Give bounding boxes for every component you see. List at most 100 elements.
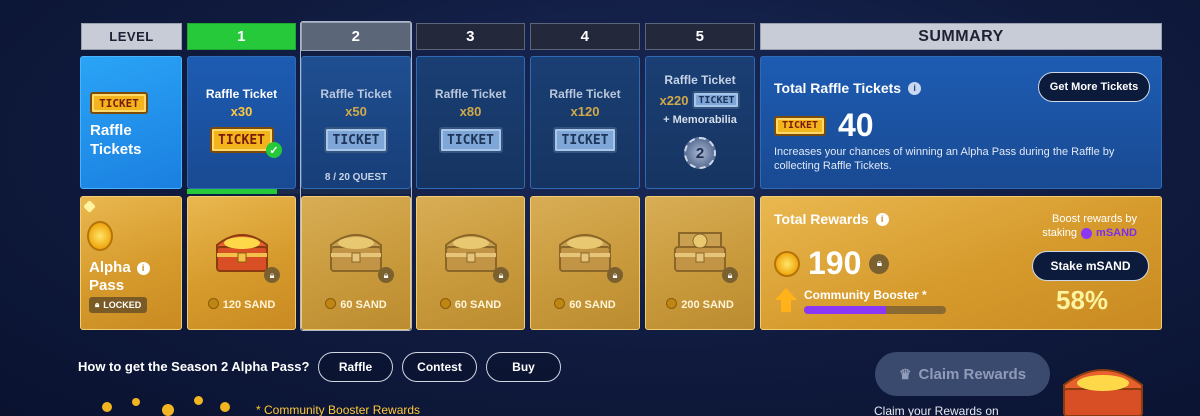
quest-progress-fill bbox=[187, 189, 277, 194]
raffle-title: Raffle Ticket bbox=[664, 73, 736, 87]
msand-token-icon bbox=[1081, 227, 1093, 239]
raffle-summary-panel: Total Raffle Tickets i Get More Tickets … bbox=[760, 56, 1162, 189]
booster-arrow-icon bbox=[775, 288, 797, 300]
level-1-header[interactable]: 1 bbox=[187, 23, 296, 50]
ticket-icon: TICKET bbox=[774, 115, 826, 136]
raffle-description: Increases your chances of winning an Alp… bbox=[774, 146, 1115, 172]
alpha-pass-label: Alpha bbox=[89, 259, 131, 276]
raffle-amount: x30 bbox=[230, 104, 253, 119]
raffle-amount: x50 bbox=[345, 104, 367, 119]
reward-level-2-card[interactable]: 🔒︎ 60 SAND bbox=[301, 196, 411, 330]
booster-arrow-stem bbox=[781, 300, 791, 312]
lock-icon: 🔒︎ bbox=[607, 267, 623, 283]
raffle-title: Raffle Ticket bbox=[549, 87, 621, 101]
booster-rewards-note: * Community Booster Rewards bbox=[256, 403, 421, 416]
quest-progress-text: 8 / 20 QUEST bbox=[324, 172, 388, 183]
total-rewards-amount: 190 bbox=[808, 245, 862, 281]
lock-icon: 🔒︎ bbox=[722, 267, 738, 283]
crown-icon: ♛ bbox=[898, 365, 912, 382]
rewards-summary-panel: Total Rewards i Boost rewards by staking… bbox=[760, 196, 1162, 330]
sand-coin-icon bbox=[87, 221, 113, 251]
reward-amount: 120 SAND bbox=[188, 298, 295, 311]
raffle-level-1-card[interactable]: Raffle Ticket x30 TICKET ✓ bbox=[187, 56, 296, 189]
raffle-amount: x220 bbox=[659, 92, 689, 108]
community-booster-fill bbox=[804, 306, 887, 314]
raffle-amount: x80 bbox=[459, 104, 482, 119]
community-booster-bar bbox=[804, 306, 946, 314]
sand-coin-icon bbox=[774, 250, 800, 277]
lock-icon: 🔒︎ bbox=[95, 300, 100, 309]
memorabilia-label: + Memorabilia bbox=[663, 114, 737, 126]
raffle-row-label: Raffle Tickets bbox=[90, 122, 142, 158]
ticket-icon: TICKET bbox=[692, 91, 741, 109]
info-icon[interactable]: i bbox=[136, 261, 150, 275]
info-icon[interactable]: i bbox=[908, 81, 922, 95]
info-icon[interactable]: i bbox=[875, 212, 889, 226]
community-booster-percent: 58% bbox=[1056, 285, 1109, 315]
sand-coin-icon bbox=[554, 298, 566, 309]
level-4-header[interactable]: 4 bbox=[530, 23, 640, 50]
reward-amount: 60 SAND bbox=[531, 298, 639, 311]
reward-level-4-card[interactable]: 🔒︎ 60 SAND bbox=[530, 196, 640, 330]
treasure-chest-icon bbox=[444, 234, 497, 272]
get-more-tickets-button[interactable]: Get More Tickets bbox=[1038, 72, 1150, 102]
level-3-header[interactable]: 3 bbox=[416, 23, 525, 50]
quest-progress-bar bbox=[187, 189, 412, 194]
reward-amount: 200 SAND bbox=[646, 298, 754, 311]
season-pass-question: How to get the Season 2 Alpha Pass? bbox=[78, 359, 310, 374]
lock-icon: 🔒︎ bbox=[493, 267, 509, 283]
ticket-icon: TICKET bbox=[531, 127, 639, 153]
alpha-pass-label-2: Pass bbox=[89, 277, 125, 294]
total-rewards-title: Total Rewards bbox=[774, 211, 869, 227]
level-2-header[interactable]: 2 bbox=[301, 22, 411, 51]
reward-level-1-card[interactable]: 🔒︎ 120 SAND bbox=[187, 196, 296, 330]
raffle-title: Raffle Ticket bbox=[434, 87, 507, 101]
sparkle-icon bbox=[83, 200, 96, 213]
treasure-chest-icon bbox=[559, 234, 611, 272]
treasure-chest-icon bbox=[215, 234, 268, 272]
reward-amount: 60 SAND bbox=[417, 298, 524, 311]
stake-msand-button[interactable]: Stake mSAND bbox=[1032, 251, 1149, 281]
level-header: LEVEL bbox=[81, 23, 182, 50]
reward-amount: 60 SAND bbox=[302, 298, 410, 311]
ticket-icon: TICKET bbox=[302, 127, 410, 153]
coins-decoration-icon bbox=[102, 396, 242, 416]
community-booster-label: Community Booster * bbox=[804, 288, 927, 302]
sand-coin-icon bbox=[325, 298, 337, 309]
treasure-chest-icon bbox=[1063, 369, 1143, 416]
lock-icon: 🔒︎ bbox=[264, 267, 280, 283]
ticket-icon: TICKET bbox=[417, 127, 524, 153]
raffle-level-5-card[interactable]: Raffle Ticket x220 TICKET + Memorabilia … bbox=[645, 56, 755, 189]
raffle-level-4-card[interactable]: Raffle Ticket x120 TICKET bbox=[530, 56, 640, 189]
sand-coin-icon bbox=[666, 298, 678, 309]
memorabilia-badge-icon: 2 bbox=[684, 137, 716, 169]
reward-level-5-card[interactable]: 🔒︎ 200 SAND bbox=[645, 196, 755, 330]
treasure-chest-icon bbox=[674, 232, 726, 272]
ticket-icon: TICKET bbox=[90, 92, 148, 114]
treasure-chest-icon bbox=[330, 234, 382, 272]
lock-icon: 🔒︎ bbox=[869, 253, 890, 274]
raffle-option-button[interactable]: Raffle bbox=[318, 352, 393, 382]
sand-coin-icon bbox=[439, 298, 451, 309]
alpha-pass-row-header: Alpha i Pass 🔒︎ LOCKED bbox=[80, 196, 182, 330]
contest-option-button[interactable]: Contest bbox=[402, 352, 477, 382]
raffle-title: Raffle Ticket bbox=[205, 87, 278, 101]
raffle-row-header: TICKET Raffle Tickets bbox=[80, 56, 182, 189]
raffle-title: Raffle Ticket bbox=[320, 87, 392, 101]
total-raffle-tickets-count: 40 bbox=[838, 107, 874, 143]
claim-note: Claim your Rewards on bbox=[874, 404, 999, 416]
raffle-level-3-card[interactable]: Raffle Ticket x80 TICKET bbox=[416, 56, 525, 189]
level-5-header[interactable]: 5 bbox=[645, 23, 755, 50]
check-icon: ✓ bbox=[266, 142, 282, 158]
total-raffle-tickets-title: Total Raffle Tickets bbox=[774, 80, 902, 96]
locked-badge: 🔒︎ LOCKED bbox=[89, 297, 148, 313]
reward-level-3-card[interactable]: 🔒︎ 60 SAND bbox=[416, 196, 525, 330]
boost-text: Boost rewards by staking mSAND bbox=[1042, 213, 1137, 239]
lock-icon: 🔒︎ bbox=[378, 267, 394, 283]
buy-option-button[interactable]: Buy bbox=[486, 352, 561, 382]
claim-rewards-button[interactable]: ♛ Claim Rewards bbox=[875, 352, 1050, 396]
raffle-level-2-card[interactable]: Raffle Ticket x50 TICKET 8 / 20 QUEST bbox=[301, 56, 411, 189]
summary-header: SUMMARY bbox=[760, 23, 1162, 50]
raffle-amount: x120 bbox=[570, 104, 600, 119]
sand-coin-icon bbox=[207, 298, 219, 309]
